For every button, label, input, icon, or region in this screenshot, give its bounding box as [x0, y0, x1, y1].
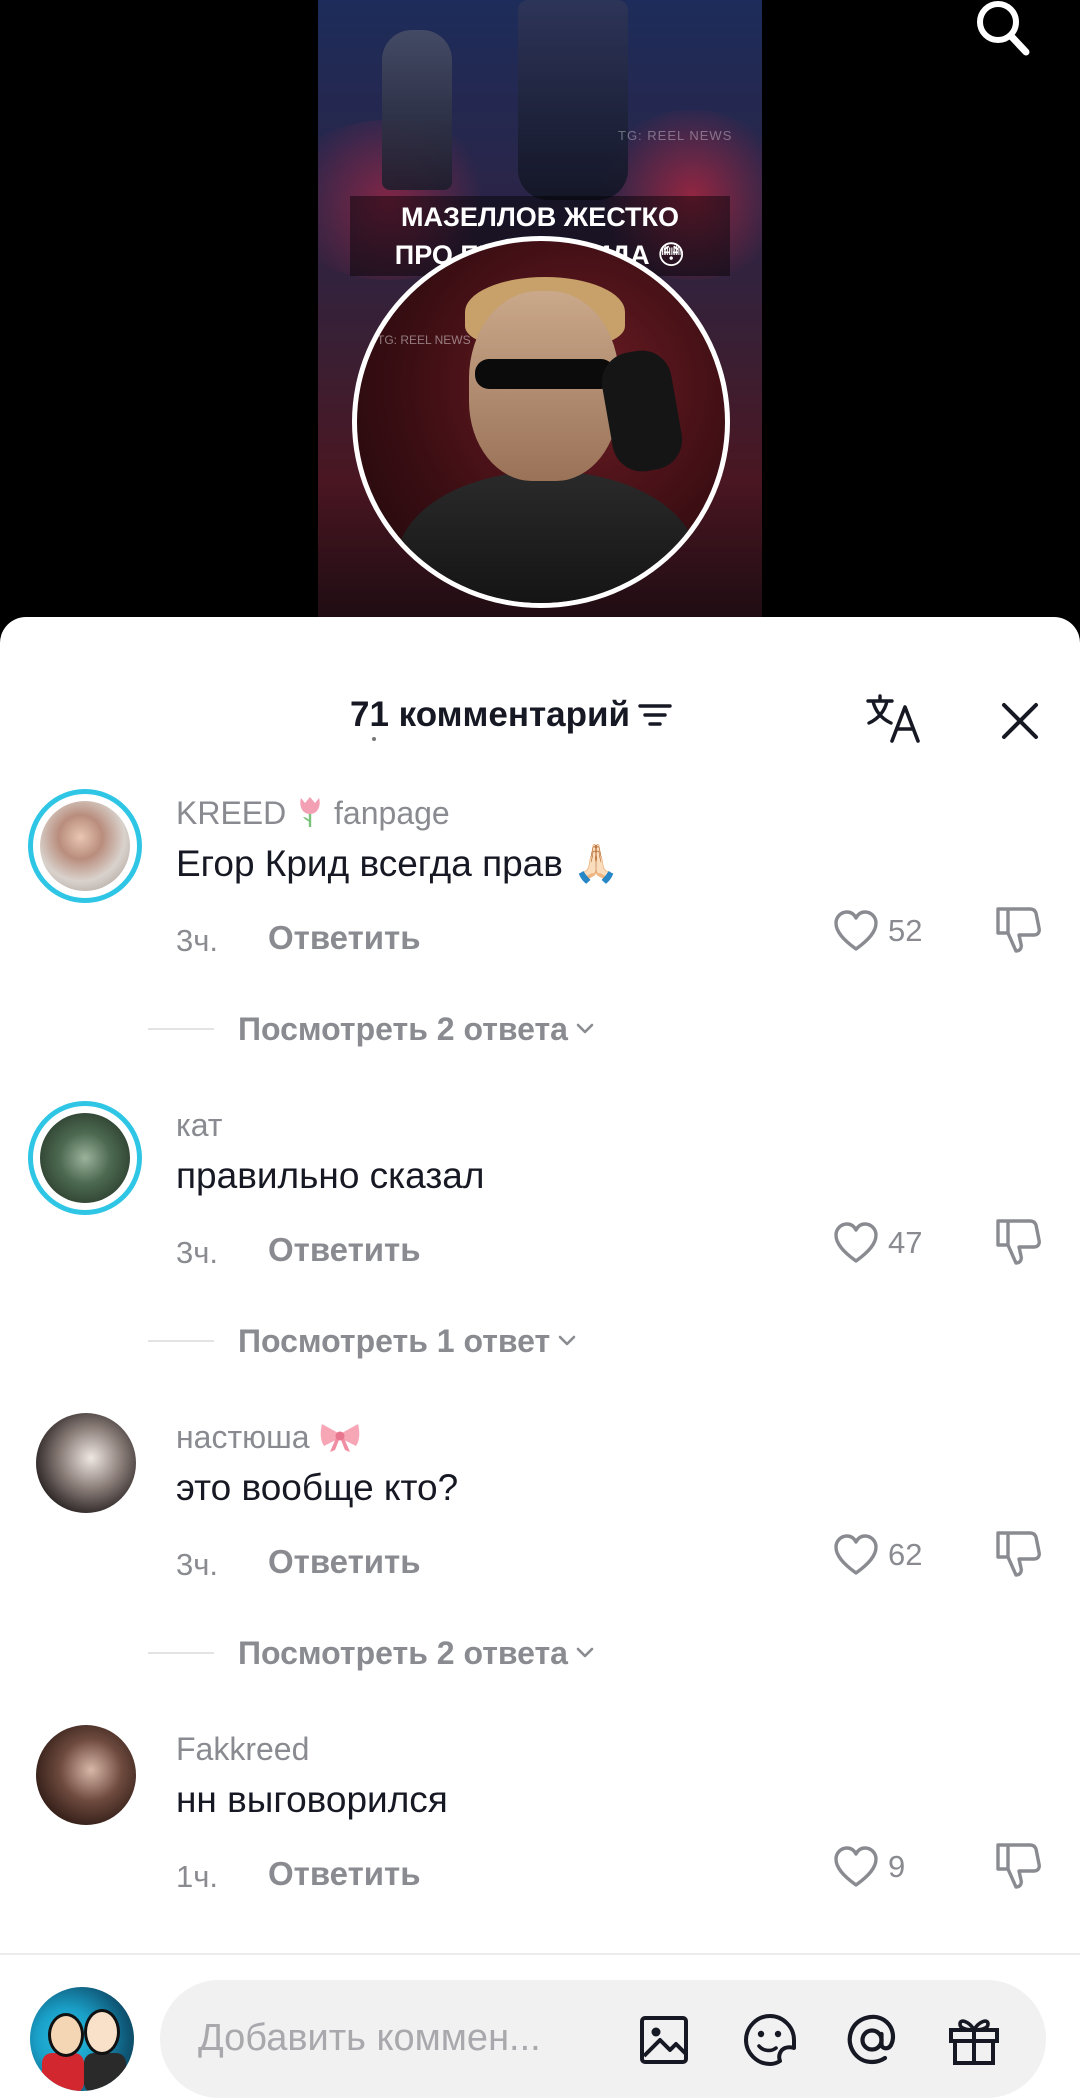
- like-count: 47: [888, 1225, 923, 1260]
- like-button[interactable]: 47: [832, 1215, 982, 1271]
- comment-input-container[interactable]: [160, 1980, 1046, 2098]
- circle-video-frame: TG: REEL NEWS: [352, 236, 730, 608]
- like-count: 52: [888, 913, 923, 948]
- like-count: 9: [888, 1849, 906, 1884]
- comment-username[interactable]: KREED fanpage: [176, 795, 450, 832]
- comment-text: нн выговорился: [176, 1779, 448, 1820]
- view-replies-button[interactable]: Посмотреть 2 ответа: [148, 1009, 596, 1049]
- heart-icon: [834, 1534, 878, 1575]
- search-icon: [977, 1, 1030, 56]
- chevron-down-icon: [558, 1335, 576, 1346]
- thumbs-down-icon: [996, 1843, 1041, 1889]
- scroll-dot: [372, 737, 376, 741]
- comment-time: 3ч.: [176, 1547, 219, 1582]
- comments-sheet: 71 комментарий KREED fanpage Егор Крид в…: [0, 617, 1080, 2100]
- like-count: 62: [888, 1537, 923, 1572]
- caption-line-1: МАЗЕЛЛОВ ЖЕСТКО: [400, 202, 679, 232]
- gift-button[interactable]: [944, 2010, 1004, 2070]
- like-button[interactable]: 62: [832, 1527, 982, 1583]
- reply-button[interactable]: Ответить: [268, 1231, 421, 1269]
- close-icon: [1002, 703, 1038, 739]
- comment-time: 1ч.: [176, 1859, 219, 1894]
- dislike-button[interactable]: [990, 1525, 1046, 1581]
- comment-time: 3ч.: [176, 923, 219, 958]
- heart-icon: [834, 1222, 878, 1263]
- reply-button[interactable]: Ответить: [268, 1543, 421, 1581]
- view-replies-button[interactable]: Посмотреть 1 ответ: [148, 1321, 578, 1361]
- comment-input-bar: [0, 1953, 1080, 2100]
- emoji-icon: [744, 2014, 796, 2066]
- avatar[interactable]: [28, 1101, 142, 1215]
- mention-button[interactable]: [842, 2010, 902, 2070]
- chevron-down-icon: [576, 1647, 594, 1658]
- avatar[interactable]: [36, 1413, 136, 1513]
- image-icon: [640, 2016, 688, 2064]
- avatar[interactable]: [36, 1725, 136, 1825]
- view-replies-button[interactable]: Посмотреть 2 ответа: [148, 1633, 596, 1673]
- comment-item: KREED fanpage Егор Крид всегда прав 🙏🏻 3…: [0, 789, 1080, 1089]
- reply-button[interactable]: Ответить: [268, 1855, 421, 1893]
- comment-input[interactable]: [198, 2008, 618, 2068]
- dislike-button[interactable]: [990, 901, 1046, 957]
- comment-username[interactable]: настюша: [176, 1419, 362, 1456]
- close-button[interactable]: [996, 697, 1044, 745]
- translate-icon: [866, 694, 920, 743]
- image-button[interactable]: [634, 2010, 694, 2070]
- watermark: TG: REEL NEWS: [618, 128, 733, 143]
- thumbs-down-icon: [996, 907, 1041, 953]
- comment-text: это вообще кто?: [176, 1467, 459, 1508]
- comments-header: 71 комментарий: [0, 657, 1080, 743]
- like-button[interactable]: 52: [832, 903, 982, 959]
- heart-icon: [834, 1846, 878, 1887]
- gift-icon: [949, 2019, 999, 2065]
- comment-username[interactable]: кат: [176, 1107, 222, 1144]
- at-mention-icon: [847, 2014, 896, 2065]
- like-button[interactable]: 9: [832, 1839, 982, 1895]
- comment-text: Егор Крид всегда прав 🙏🏻: [176, 843, 620, 884]
- avatar[interactable]: [28, 789, 142, 903]
- chevron-down-icon: [576, 1023, 594, 1034]
- sort-icon: [638, 704, 672, 726]
- thumbs-down-icon: [996, 1219, 1041, 1265]
- emoji-button[interactable]: [740, 2010, 800, 2070]
- dislike-button[interactable]: [990, 1213, 1046, 1269]
- translate-button[interactable]: [864, 693, 924, 747]
- my-avatar[interactable]: [30, 1987, 134, 2091]
- comments-count: 71 комментарий: [350, 695, 631, 734]
- comment-time: 3ч.: [176, 1235, 219, 1270]
- search-button[interactable]: [970, 0, 1036, 56]
- thumbs-down-icon: [996, 1531, 1041, 1577]
- comments-count-button[interactable]: 71 комментарий: [350, 695, 672, 735]
- circle-watermark: TG: REEL NEWS: [377, 333, 471, 347]
- dislike-button[interactable]: [990, 1837, 1046, 1893]
- tulip-emoji-icon: [300, 797, 320, 827]
- heart-icon: [834, 910, 878, 951]
- comment-item: настюша это вообще кто? 3ч. Ответить 62 …: [0, 1413, 1080, 1713]
- comment-text: правильно сказал: [176, 1155, 485, 1196]
- comment-username[interactable]: Fakkreed: [176, 1731, 309, 1768]
- video-player[interactable]: TG: REEL NEWS МАЗЕЛЛОВ ЖЕСТКО ПРО ЕГОРА …: [0, 0, 1080, 640]
- reply-button[interactable]: Ответить: [268, 919, 421, 957]
- comment-item: кат правильно сказал 3ч. Ответить 47 Пос…: [0, 1101, 1080, 1401]
- bow-emoji-icon: [321, 1424, 360, 1452]
